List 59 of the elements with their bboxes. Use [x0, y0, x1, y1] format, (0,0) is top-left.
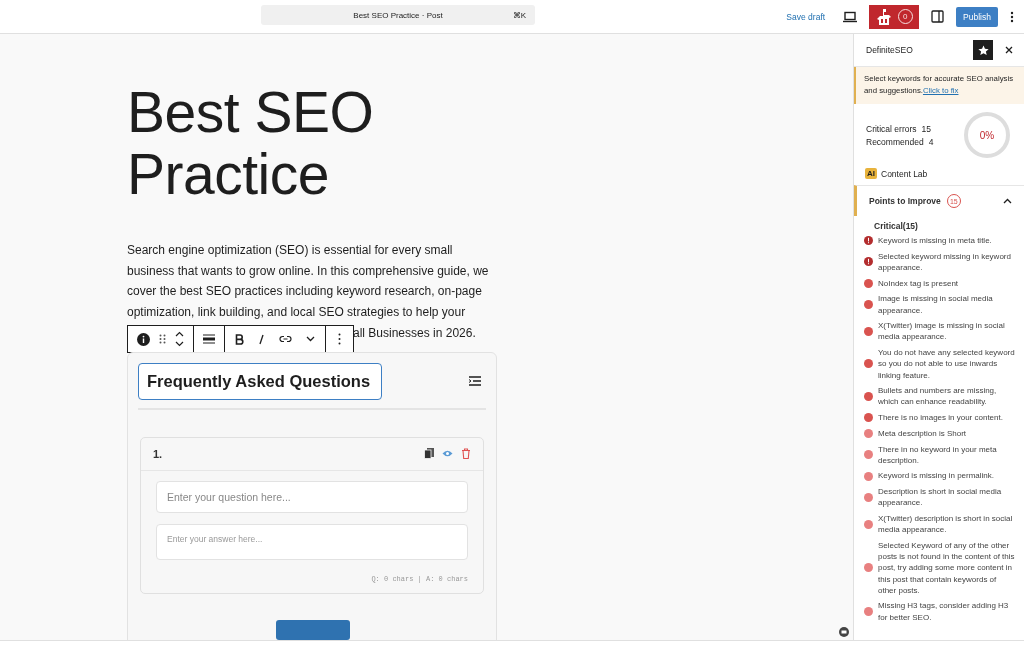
- laptop-icon[interactable]: [843, 10, 858, 23]
- score-ring: 0%: [964, 112, 1010, 158]
- issue-text: Keyword is missing in meta title.: [878, 235, 992, 247]
- critical-errors-label: Critical errors: [866, 123, 917, 134]
- paragraph-text-fragment[interactable]: all Businesses in 2026.: [353, 322, 476, 344]
- move-up-down-icon[interactable]: [175, 331, 184, 347]
- seo-plugin-button[interactable]: 0: [869, 4, 920, 29]
- add-button[interactable]: [276, 619, 350, 640]
- issue-text: Selected Keyword of any of the other posts is not found in the content of this post, try adding some more content in this post that contain keywords of other posts.: [878, 539, 1016, 596]
- info-icon[interactable]: [137, 332, 150, 346]
- section-title: Points to Improve: [869, 196, 941, 206]
- close-icon[interactable]: [1005, 46, 1013, 54]
- issue-text: Bullets and numbers are missing, which can enhance readability.: [878, 385, 998, 408]
- group-heading: Critical(15): [873, 220, 919, 233]
- eye-icon[interactable]: [442, 450, 453, 457]
- document-title-bar[interactable]: Best SEO Practice · Post ⌘K: [261, 5, 535, 25]
- issue-text: There is no images in your content.: [878, 412, 1003, 424]
- ai-badge: AI: [865, 168, 877, 179]
- more-options-icon[interactable]: [1010, 10, 1014, 23]
- chevron-down-icon[interactable]: [306, 336, 315, 342]
- bold-icon[interactable]: [235, 333, 244, 345]
- issue-text: X(Twitter) description is short in social media appearance.: [878, 513, 1014, 536]
- question-field[interactable]: Enter your question here...: [156, 480, 468, 513]
- issue-text: There in no keyword in your meta description.: [878, 443, 998, 466]
- list-settings-icon[interactable]: [469, 376, 481, 386]
- critical-errors-count: 15: [921, 123, 931, 134]
- document-title: Best SEO Practice · Post: [353, 10, 443, 20]
- delete-icon[interactable]: [461, 448, 471, 459]
- issue-text: Description is short in social media appearance.: [878, 486, 1003, 509]
- answer-field[interactable]: Enter your answer here...: [156, 523, 468, 560]
- issue-text: Image is missing in social media appearance.: [878, 293, 994, 316]
- issue-text: Meta description is Short: [878, 427, 967, 440]
- save-draft-button[interactable]: Save draft: [786, 11, 826, 22]
- shortcut-hint: ⌘K: [512, 10, 526, 20]
- align-icon[interactable]: [203, 334, 215, 344]
- issue-text: NoIndex tag is present: [878, 277, 959, 289]
- more-options-icon[interactable]: [338, 333, 341, 345]
- recommended-count: 4: [928, 136, 934, 147]
- link-icon[interactable]: [279, 335, 292, 343]
- issue-text: X(Twitter) image is missing in social media appearance.: [878, 320, 1006, 343]
- panel-title: DefiniteSEO: [866, 45, 913, 55]
- post-title[interactable]: Best SEO Practice: [127, 81, 427, 205]
- sidebar-toggle-icon[interactable]: [931, 10, 945, 23]
- castle-icon: [875, 7, 892, 26]
- issue-text: Missing H3 tags, consider adding H3 for better SEO.: [878, 600, 1010, 623]
- chevron-up-icon[interactable]: [1003, 198, 1012, 204]
- recommended-label: Recommended: [866, 136, 924, 147]
- issue-text: Selected keyword missing in keyword appearance.: [878, 250, 1012, 274]
- issue-text: You do not have any selected keyword so you do not able to use inwards linking feature.: [878, 347, 1016, 381]
- faq-heading-field[interactable]: Frequently Asked Questions: [138, 362, 382, 400]
- star-icon: [977, 44, 989, 56]
- issue-text: Keyword is missing in permalink.: [878, 470, 995, 482]
- content-lab-link[interactable]: Content Lab: [881, 168, 928, 179]
- duplicate-icon[interactable]: [424, 448, 434, 459]
- star-button[interactable]: [973, 40, 993, 60]
- drag-handle-icon[interactable]: [159, 334, 166, 344]
- faq-item-number: 1.: [153, 447, 163, 460]
- italic-icon[interactable]: [258, 333, 265, 345]
- publish-button[interactable]: Publish: [956, 6, 998, 27]
